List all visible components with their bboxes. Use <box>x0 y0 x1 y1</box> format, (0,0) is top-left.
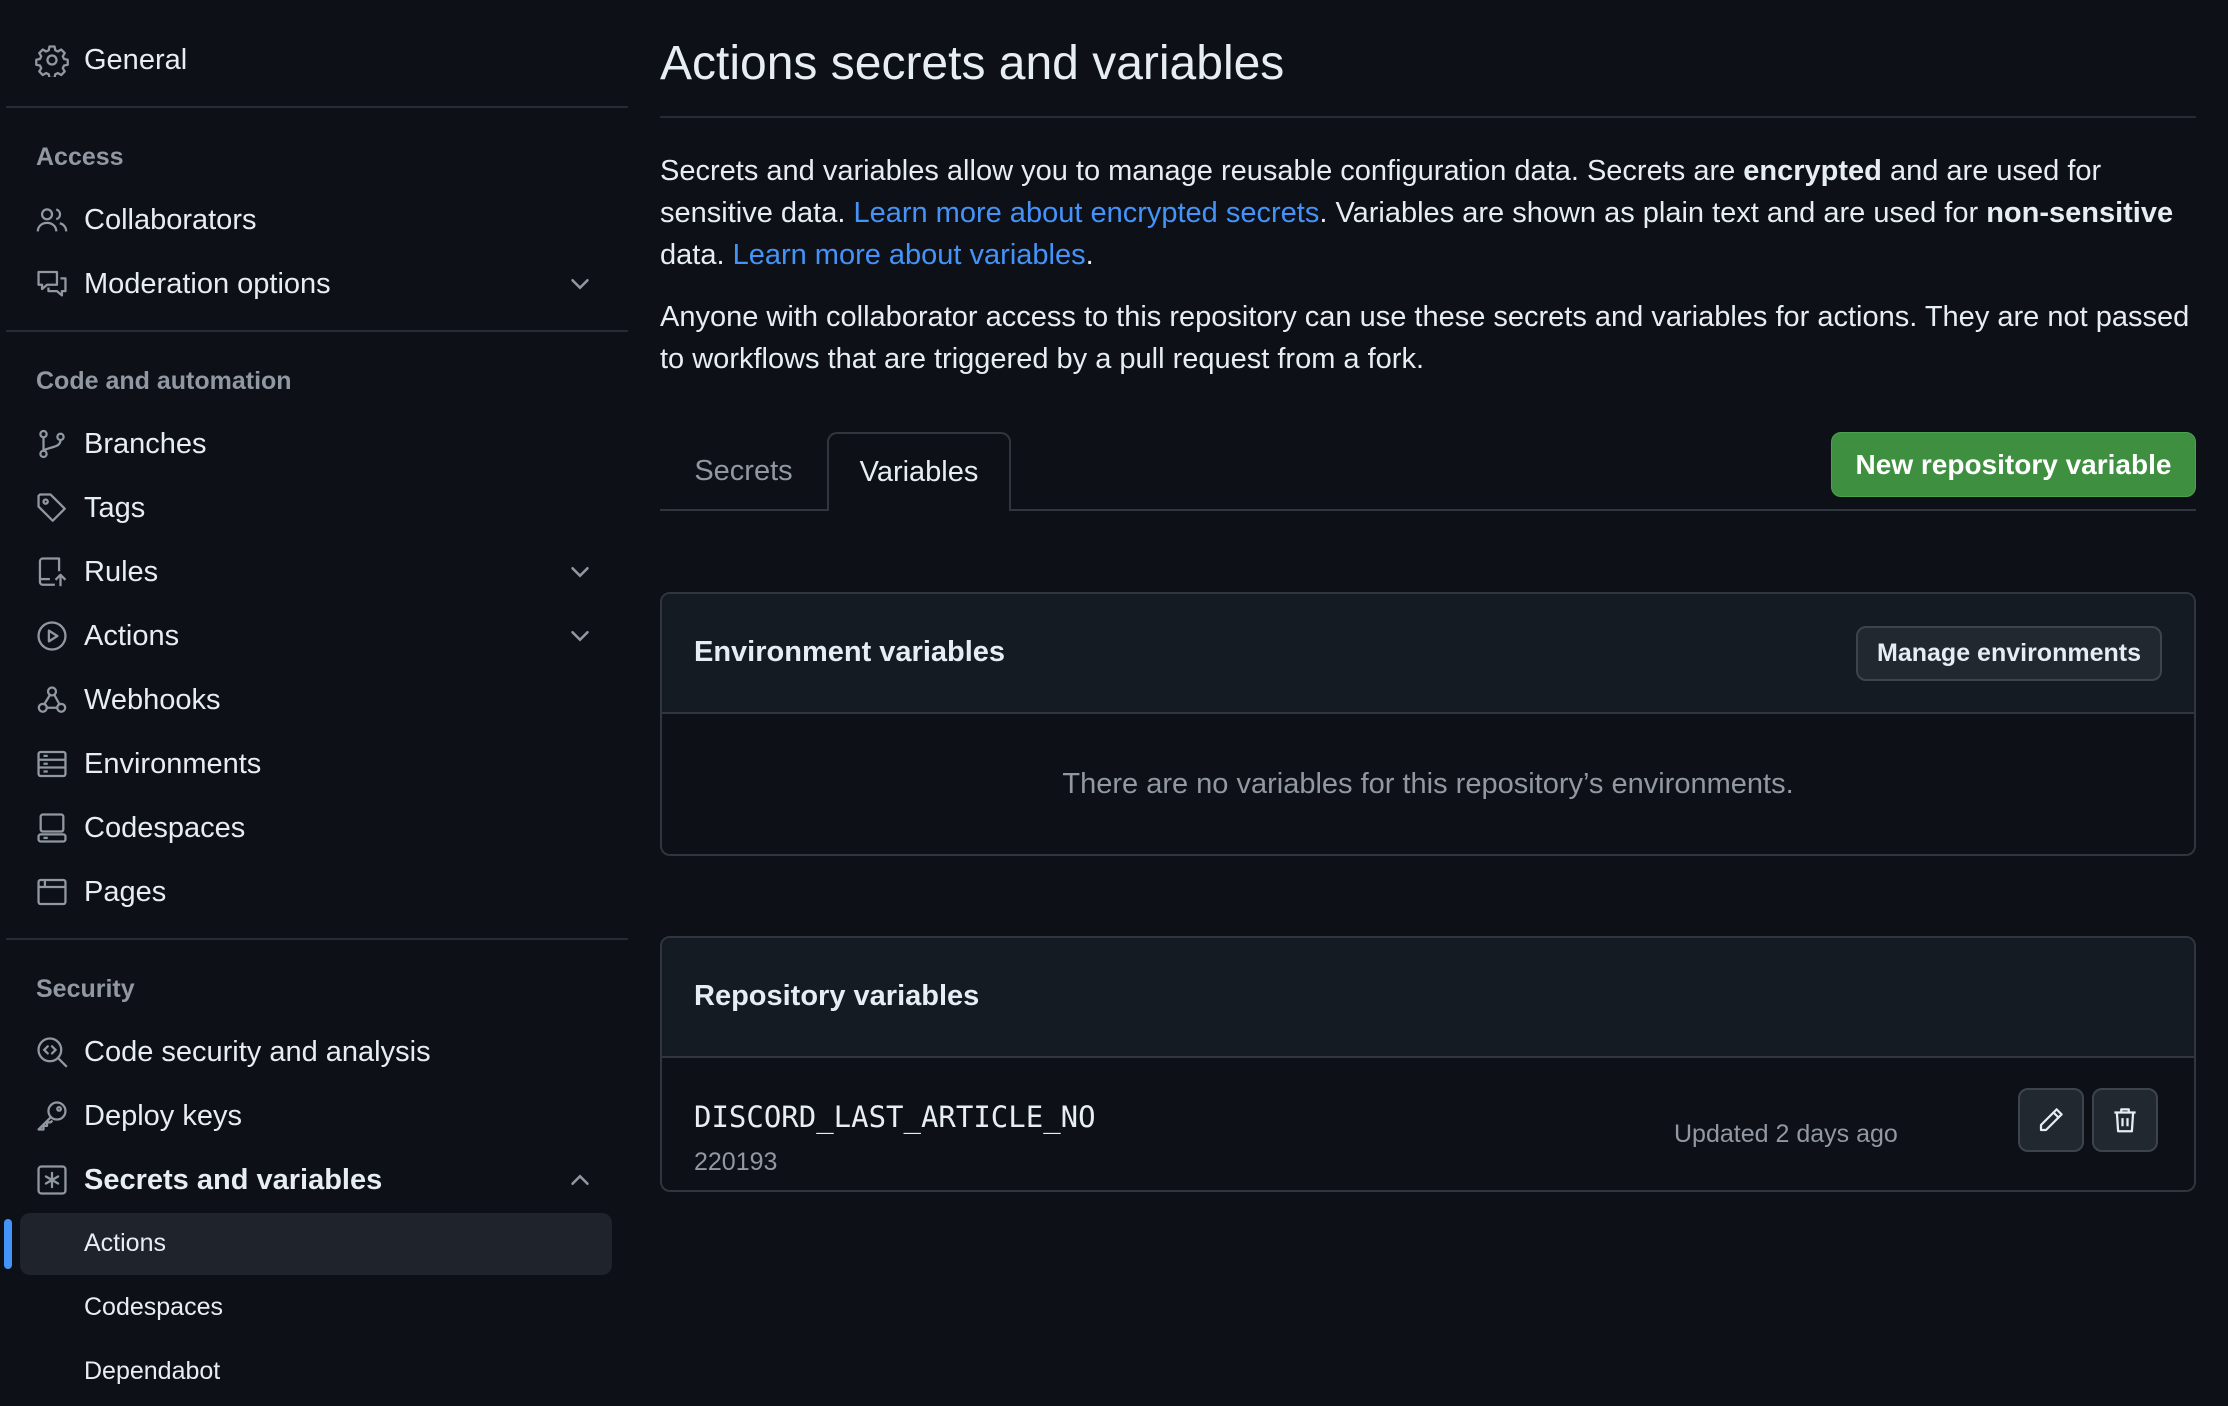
sidebar-item-rules[interactable]: Rules <box>0 542 628 602</box>
active-indicator <box>4 1219 12 1269</box>
sidebar-item-label: Codespaces <box>84 811 246 844</box>
sidebar-item-label: Branches <box>84 427 207 460</box>
sidebar-item-label: Pages <box>84 875 167 908</box>
play-circle-icon <box>35 619 69 653</box>
intro-emphasis: encrypted <box>1743 155 1882 187</box>
sidebar-item-label: Webhooks <box>84 683 221 716</box>
server-icon <box>35 747 69 781</box>
git-branch-icon <box>35 427 69 461</box>
panel-title: Repository variables <box>694 980 980 1012</box>
learn-more-secrets-link[interactable]: Learn more about encrypted secrets <box>853 197 1319 229</box>
variable-name: DISCORD_LAST_ARTICLE_NO <box>694 1100 1096 1134</box>
access-note-paragraph: Anyone with collaborator access to this … <box>660 301 2190 375</box>
browser-icon <box>35 875 69 909</box>
sidebar-item-collaborators[interactable]: Collaborators <box>0 190 628 250</box>
sidebar-item-label: General <box>84 43 188 76</box>
sidebar-item-label: Deploy keys <box>84 1099 242 1132</box>
divider <box>6 330 628 332</box>
intro-text: . Variables are shown as plain text and … <box>1319 197 1987 229</box>
sidebar-subitem-label: Dependabot <box>84 1357 221 1385</box>
sidebar-item-codespaces[interactable]: Codespaces <box>0 798 628 858</box>
sidebar-item-label: Environments <box>84 747 262 780</box>
tab-secrets[interactable]: Secrets <box>660 432 827 511</box>
tag-icon <box>35 491 69 525</box>
sidebar-item-moderation[interactable]: Moderation options <box>0 254 628 314</box>
settings-sidebar: General Access Collaborators Moderation … <box>0 0 628 1406</box>
chevron-down-icon <box>565 269 595 299</box>
intro-text: data. <box>660 239 733 271</box>
sidebar-subitem-label: Actions <box>84 1229 166 1257</box>
intro-text: Secrets and variables allow you to manag… <box>660 155 1744 187</box>
sidebar-item-tags[interactable]: Tags <box>0 478 628 538</box>
repository-variables-panel: Repository variables DISCORD_LAST_ARTICL… <box>660 936 2196 1192</box>
sidebar-item-general[interactable]: General <box>0 30 628 90</box>
section-title-security: Security <box>36 975 135 1003</box>
sidebar-item-secrets-variables[interactable]: Secrets and variables <box>0 1150 628 1210</box>
sidebar-item-environments[interactable]: Environments <box>0 734 628 794</box>
trash-icon <box>2110 1105 2140 1135</box>
intro-paragraph: Secrets and variables allow you to manag… <box>660 150 2196 276</box>
chevron-down-icon <box>565 557 595 587</box>
delete-variable-button[interactable] <box>2092 1088 2158 1152</box>
section-title-access: Access <box>36 143 124 171</box>
empty-state-message: There are no variables for this reposito… <box>1062 768 1794 800</box>
panel-header: Environment variables Manage environment… <box>662 594 2194 714</box>
sidebar-item-deploy-keys[interactable]: Deploy keys <box>0 1086 628 1146</box>
people-icon <box>35 203 69 237</box>
variable-value: 220193 <box>694 1148 778 1176</box>
sidebar-subitem-dependabot[interactable]: Dependabot <box>20 1341 612 1403</box>
edit-variable-button[interactable] <box>2018 1088 2084 1152</box>
divider <box>6 106 628 108</box>
divider <box>6 938 628 940</box>
sidebar-item-code-security[interactable]: Code security and analysis <box>0 1022 628 1082</box>
pencil-icon <box>2036 1105 2066 1135</box>
sidebar-item-label: Moderation options <box>84 267 331 300</box>
asterisk-box-icon <box>35 1163 69 1197</box>
chevron-up-icon <box>565 1165 595 1195</box>
environment-variables-panel: Environment variables Manage environment… <box>660 592 2196 856</box>
chevron-down-icon <box>565 621 595 651</box>
manage-environments-button[interactable]: Manage environments <box>1856 626 2162 681</box>
variable-updated-time: Updated 2 days ago <box>1674 1120 1898 1148</box>
comment-discussion-icon <box>35 267 69 301</box>
panel-title: Environment variables <box>694 636 1006 668</box>
page-title: Actions secrets and variables <box>660 37 1285 90</box>
sidebar-subitem-codespaces[interactable]: Codespaces <box>20 1277 612 1339</box>
webhook-icon <box>35 683 69 717</box>
new-repository-variable-button[interactable]: New repository variable <box>1831 432 2196 497</box>
sidebar-item-label: Actions <box>84 619 180 652</box>
codescan-icon <box>35 1035 69 1069</box>
divider <box>660 116 2196 118</box>
sidebar-item-label: Secrets and variables <box>84 1163 383 1196</box>
intro-emphasis: non-sensitive <box>1986 197 2174 229</box>
sidebar-item-label: Collaborators <box>84 203 257 236</box>
codespaces-icon <box>35 811 69 845</box>
repo-push-icon <box>35 555 69 589</box>
sidebar-item-pages[interactable]: Pages <box>0 862 628 922</box>
gear-icon <box>35 43 69 77</box>
sidebar-subitem-actions[interactable]: Actions <box>20 1213 612 1275</box>
key-icon <box>35 1099 69 1133</box>
sidebar-item-branches[interactable]: Branches <box>0 414 628 474</box>
sidebar-item-actions[interactable]: Actions <box>0 606 628 666</box>
intro-text: . <box>1085 239 1094 271</box>
sidebar-item-label: Tags <box>84 491 146 524</box>
panel-header: Repository variables <box>662 938 2194 1058</box>
sidebar-item-webhooks[interactable]: Webhooks <box>0 670 628 730</box>
sidebar-item-label: Rules <box>84 555 159 588</box>
section-title-code-automation: Code and automation <box>36 367 292 395</box>
sidebar-subitem-label: Codespaces <box>84 1293 223 1321</box>
learn-more-variables-link[interactable]: Learn more about variables <box>733 239 1086 271</box>
sidebar-item-label: Code security and analysis <box>84 1035 431 1068</box>
tab-variables[interactable]: Variables <box>827 432 1011 511</box>
